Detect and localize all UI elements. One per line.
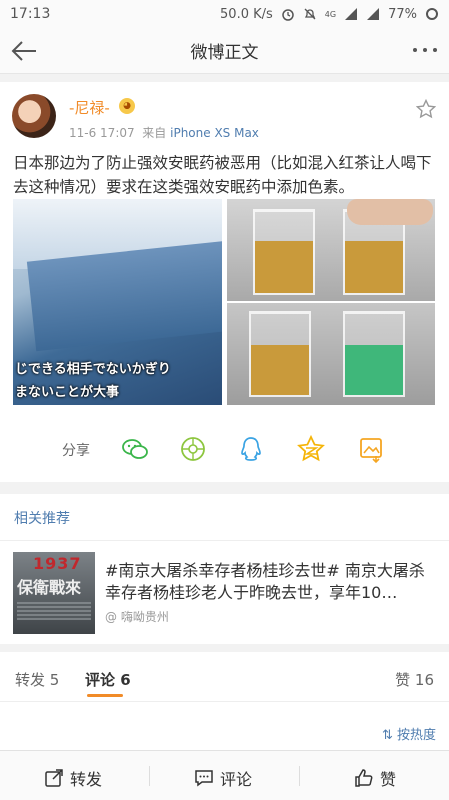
share-label: 分享 xyxy=(62,443,90,459)
related-header: 相关推荐 xyxy=(14,511,70,527)
mute-icon xyxy=(304,8,316,20)
post-card: -尼禄- ◕ 11-6 17:07 来自 iPhone XS Max 日本那边为… xyxy=(0,82,449,482)
wechat-icon[interactable] xyxy=(120,434,150,464)
repost-button[interactable]: 转发 xyxy=(44,766,102,790)
thumbs-up-icon xyxy=(355,769,373,787)
sort-button[interactable]: ⇅ 按热度 xyxy=(382,724,436,743)
tab-repost[interactable]: 转发 5 xyxy=(15,669,59,690)
post-time: 11-6 17:07 xyxy=(69,126,135,140)
qzone-icon[interactable] xyxy=(296,434,326,464)
sort-label: 按热度 xyxy=(396,728,436,743)
separator xyxy=(299,766,300,786)
moments-icon[interactable] xyxy=(178,434,208,464)
battery-icon xyxy=(426,8,438,20)
image-subtitle-2: まないことが大事 xyxy=(15,385,120,400)
signal-2-icon xyxy=(367,8,380,20)
divider xyxy=(0,540,449,541)
related-source-name: 嗨呦贵州 xyxy=(120,610,169,624)
network-type: 4G xyxy=(324,9,337,19)
comment-button[interactable]: 评论 xyxy=(194,766,252,790)
net-speed: 50.0 K/s xyxy=(220,6,273,22)
like-label: 赞 xyxy=(380,770,397,789)
related-section: 相关推荐 1937 保衛戰來 #南京大屠杀幸存者杨桂珍去世# 南京大屠杀幸存者杨… xyxy=(0,494,449,644)
related-title[interactable]: #南京大屠杀幸存者杨桂珍去世# 南京大屠杀幸存者杨桂珍老人于昨晚去世，享年10… xyxy=(105,560,437,604)
back-arrow-icon[interactable] xyxy=(10,38,38,64)
sort-icon: ⇅ xyxy=(381,728,393,743)
post-text: 日本那边为了防止强效安眠药被恶用（比如混入红茶让人喝下去这种情况）要求在这类强效… xyxy=(13,154,432,196)
related-thumbnail[interactable]: 1937 保衛戰來 xyxy=(13,552,95,634)
post-image-right[interactable] xyxy=(227,199,435,405)
qq-icon[interactable] xyxy=(236,434,266,464)
post-image-left[interactable]: じできる相手でないかぎり まないことが大事 xyxy=(13,199,222,405)
status-time: 17:13 xyxy=(10,6,51,22)
cup-3 xyxy=(249,311,311,397)
thumb-headline: 保衛戰來 xyxy=(17,578,82,597)
separator xyxy=(149,766,150,786)
thumb-year: 1937 xyxy=(33,554,82,573)
at-icon: @ xyxy=(105,610,117,624)
sort-bar: ⇅ 按热度 xyxy=(0,702,449,750)
tab-comment[interactable]: 评论 6 xyxy=(85,669,131,690)
vip-badge-icon: ◕ xyxy=(119,98,135,114)
like-button[interactable]: 赞 xyxy=(354,766,396,790)
comment-label: 评论 xyxy=(220,770,253,789)
post-tabs: 转发 5 评论 6 赞 16 xyxy=(0,652,449,702)
favorite-star-icon[interactable] xyxy=(416,99,436,119)
image-subtitle-1: じできる相手でないかぎり xyxy=(15,362,171,377)
status-bar: 17:13 50.0 K/s 4G 77% xyxy=(0,0,449,28)
post-meta: 11-6 17:07 来自 iPhone XS Max xyxy=(69,124,259,141)
repost-icon xyxy=(45,769,63,787)
username[interactable]: -尼禄- xyxy=(69,97,110,118)
tab-like[interactable]: 赞 16 xyxy=(395,669,434,690)
page-title: 微博正文 xyxy=(190,43,259,63)
source-prefix: 来自 xyxy=(142,126,167,140)
nav-bar: 微博正文 xyxy=(0,28,449,74)
bottom-action-bar: 转发 评论 赞 xyxy=(0,750,449,800)
more-icon[interactable] xyxy=(413,48,437,52)
share-row: 分享 xyxy=(0,432,449,468)
comment-icon xyxy=(195,770,213,787)
hand-shape xyxy=(347,199,433,225)
post-device[interactable]: iPhone XS Max xyxy=(170,126,259,140)
avatar[interactable] xyxy=(12,94,56,138)
battery-level: 77% xyxy=(388,6,417,22)
save-image-icon[interactable] xyxy=(356,434,386,464)
signal-icon xyxy=(345,8,358,20)
cup-4 xyxy=(343,311,405,397)
cup-1 xyxy=(253,209,315,295)
status-right: 50.0 K/s 4G 77% xyxy=(220,7,439,22)
active-tab-indicator xyxy=(87,694,123,697)
related-source: @ 嗨呦贵州 xyxy=(105,608,169,625)
repost-label: 转发 xyxy=(70,770,103,789)
alarm-icon xyxy=(282,9,294,21)
